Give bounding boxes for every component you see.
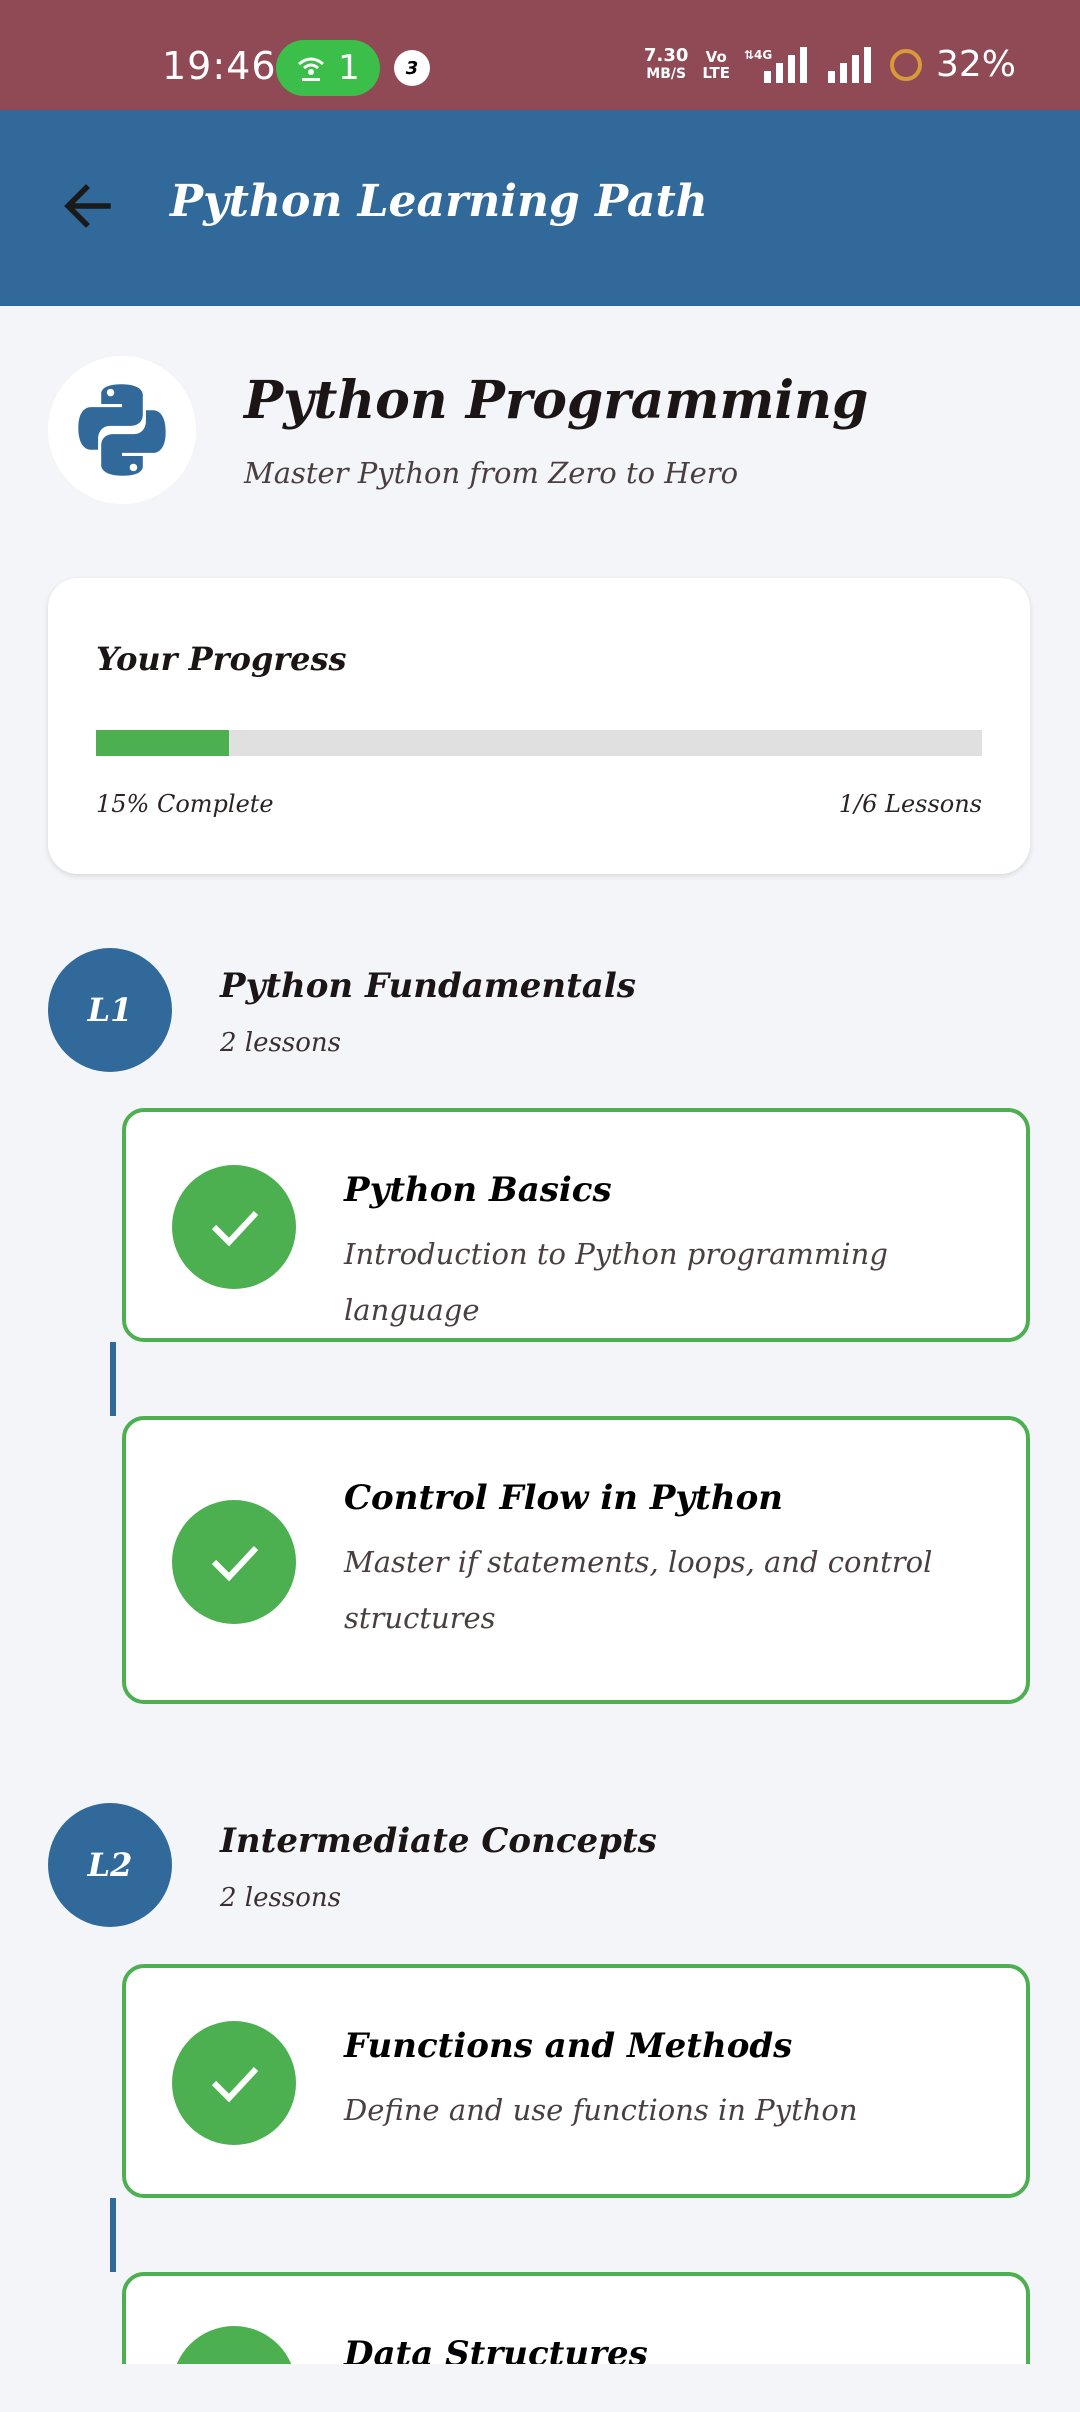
- level-title: Python Fundamentals: [220, 966, 636, 1006]
- completed-check: [172, 1500, 296, 1624]
- python-logo: [48, 356, 196, 504]
- checkmark-icon: [211, 2066, 259, 2103]
- level-badge: L1: [48, 948, 172, 1072]
- scroll-clip: Data Structures: [0, 2272, 1080, 2364]
- completed-check: [172, 1165, 296, 1289]
- status-bar: 19:46 1 3 7.30 MB/S Vo LTE ⇅4G 32%: [0, 0, 1080, 110]
- lesson-title: Control Flow in Python: [344, 1478, 783, 1518]
- lesson-card[interactable]: Control Flow in Python Master if stateme…: [122, 1416, 1030, 1704]
- level-badge: L2: [48, 1803, 172, 1927]
- svg-text:⇅4G: ⇅4G: [744, 48, 772, 62]
- battery-saver-icon: [889, 48, 922, 81]
- hotspot-indicator: 1: [276, 40, 380, 96]
- completed-check: [172, 2326, 296, 2364]
- notification-badge: 3: [394, 50, 430, 86]
- hotspot-icon: [298, 57, 325, 81]
- checkmark-icon: [211, 1545, 259, 1582]
- back-arrow-icon[interactable]: [56, 174, 120, 238]
- progress-lessons-label: 1/6 Lessons: [838, 790, 982, 818]
- completed-check: [172, 2021, 296, 2145]
- hotspot-count: 1: [338, 48, 360, 88]
- lesson-card[interactable]: Functions and Methods Define and use fun…: [122, 1964, 1030, 2198]
- app-bar: Python Learning Path: [0, 110, 1080, 306]
- lesson-description: Define and use functions in Python: [344, 2093, 858, 2127]
- checkmark-icon: [204, 2358, 264, 2364]
- lesson-connector: [110, 1342, 116, 1416]
- lesson-title: Functions and Methods: [344, 2026, 793, 2066]
- progress-bar-fill: [96, 730, 229, 756]
- lesson-title: Python Basics: [344, 1170, 612, 1210]
- lesson-card[interactable]: Data Structures: [122, 2272, 1030, 2364]
- page-title: Python Learning Path: [170, 176, 708, 227]
- volte-indicator: Vo LTE: [702, 47, 730, 82]
- net-speed: 7.30 MB/S: [644, 44, 689, 82]
- checkmark-icon: [211, 1210, 259, 1247]
- battery-level: 32%: [935, 44, 1016, 85]
- progress-card: Your Progress 15% Complete 1/6 Lessons: [48, 578, 1030, 874]
- lesson-connector: [110, 2198, 116, 2272]
- status-time: 19:46: [162, 44, 277, 88]
- level-lesson-count: 2 lessons: [220, 1883, 341, 1913]
- lesson-description: Master if statements, loops, and control…: [344, 1545, 933, 1635]
- signal-icon: [827, 46, 871, 83]
- lesson-description: Introduction to Python programming langu…: [344, 1237, 888, 1327]
- progress-heading: Your Progress: [96, 640, 347, 678]
- level-title: Intermediate Concepts: [220, 1821, 657, 1861]
- signal-4g-icon: ⇅4G: [744, 46, 807, 83]
- progress-percent-label: 15% Complete: [96, 790, 274, 818]
- level-lesson-count: 2 lessons: [220, 1028, 341, 1058]
- course-subtitle: Master Python from Zero to Hero: [244, 456, 739, 490]
- lesson-card[interactable]: Python Basics Introduction to Python pro…: [122, 1108, 1030, 1342]
- progress-bar: [96, 730, 982, 756]
- python-logo-icon: [78, 384, 166, 476]
- course-title: Python Programming: [244, 370, 869, 431]
- lesson-title: Data Structures: [344, 2334, 648, 2364]
